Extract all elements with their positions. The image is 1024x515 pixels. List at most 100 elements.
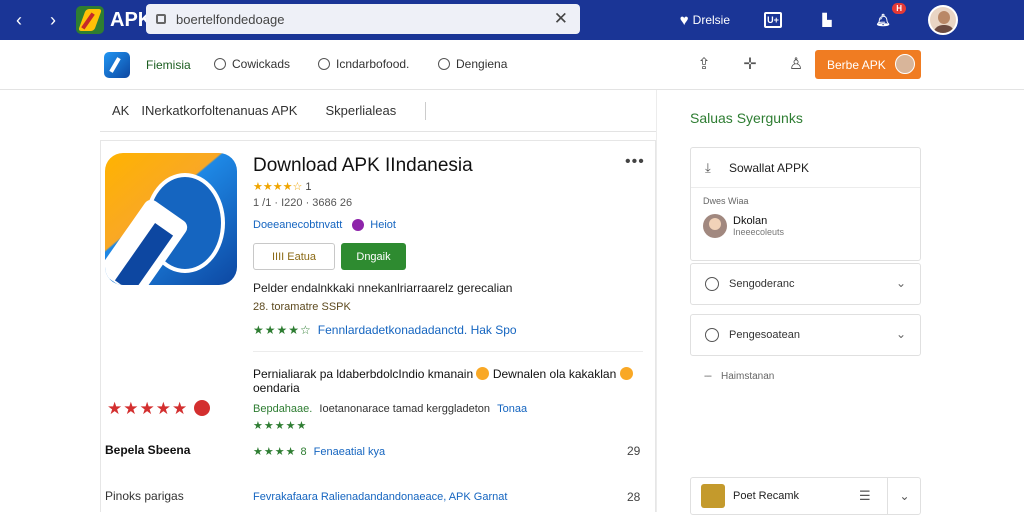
user-avatar[interactable] [928,5,958,35]
divider [253,351,643,352]
cta-button[interactable]: Berbe APK [815,50,921,79]
breadcrumb-middle[interactable]: INerkatkorfoltenanuas APK [141,103,297,118]
app-card: Download APK IIndanesia ••• ★★★★☆ 1 1 /1… [100,140,656,512]
search-input[interactable] [176,11,536,27]
person-sub: Ineeecoleuts [733,227,785,237]
review-link[interactable]: Fennlardadetkonadadanctd. Hak Spo [318,323,517,337]
bottom-card-label: Poet Recamk [733,490,800,502]
app-rating: ★★★★☆ 1 [253,180,312,193]
app-icon [105,153,237,285]
wishlist-button[interactable]: ♥ Drelsie [680,12,730,29]
accordion-item[interactable]: Pengesoatean ⌄ [690,314,921,356]
notification-badge: H [892,3,906,14]
smile-icon [619,367,633,380]
circle-icon [214,58,226,70]
user-icon[interactable]: ♙ [786,54,806,74]
tab-food[interactable]: Icndarbofood. [318,57,409,71]
dash-icon: --- [704,371,712,382]
accordion-label: Pengesoatean [729,329,800,341]
sidebar-title: Saluas Syergunks [690,110,803,126]
brand-logo-icon [76,6,104,34]
sidebar-card-header[interactable]: ⤓ Sowallat APPK [691,148,920,188]
sidebar-card: ⤓ Sowallat APPK Dwes Wiaa Dkolan Ineeeco… [690,147,921,261]
tv-button[interactable]: U+ [764,12,782,28]
person-name: Dkolan [733,215,768,227]
notification-bell-icon[interactable]: 🔔︎ H [872,3,906,31]
app-subdescription: 28. toramatre SSPK [253,301,351,313]
thumbnail-icon [701,484,725,508]
tab-active[interactable]: Fiemisia [146,58,191,72]
comment-icon [438,58,450,70]
wishlist-label: Drelsie [692,13,730,27]
search-bar[interactable]: ✕ [146,4,580,34]
column-divider [656,90,657,512]
row-number: 28 [627,490,641,504]
row-number: 29 [627,444,641,458]
review-tag[interactable]: Tonaa [497,403,527,415]
chevron-down-icon: ⌄ [895,276,906,290]
forward-icon[interactable]: › [42,9,64,31]
avatar [703,214,727,238]
app-mini-icon[interactable] [104,52,130,78]
review-subline: Bepdahaae. Ioetanonarace tamad kergglade… [253,403,527,415]
breadcrumb-root[interactable]: AK [112,103,129,118]
tv-label: U+ [767,15,779,25]
row-label: Pinoks parigas [105,489,184,503]
developer-badge-icon [352,219,365,231]
review-author[interactable]: Bepdahaae. [253,403,312,415]
tab-label: Dengiena [456,57,508,71]
tab-other[interactable]: Dengiena [438,57,507,71]
developer-line: Doeeanecobtnvatt Heiot [253,219,396,231]
rating-count: 1 [305,181,312,193]
review-detail: Ioetanonarace tamad kerggladeton [319,403,491,415]
tab-downloads[interactable]: Cowickads [214,57,290,71]
close-icon[interactable]: ✕ [554,9,568,29]
accordion-label: Sengoderanc [729,278,795,290]
review-summary: ★★★★☆ Fennlardadetkonadadanctd. Hak Spo [253,323,517,337]
sidebar-card-sublabel: Dwes Wiaa [703,196,749,206]
sidebar-link[interactable]: --- Haimstanan [704,371,774,382]
red-stars: ★★★★★ [107,399,189,418]
secondary-button[interactable]: IIII Eatua [253,243,335,270]
row-stars: ★★★★ 8 [253,446,308,458]
bottom-card[interactable]: Poet Recamk ☰ ⌄ [690,477,921,515]
developer-link[interactable]: Doeeanecobtnvatt [253,219,342,231]
list-icon[interactable]: ☰ [859,488,871,504]
developer-tag[interactable]: Heiot [370,219,396,231]
sidebar-person[interactable]: Dkolan Ineeecoleuts [703,214,784,238]
app-meta: 1 /1 · I220 · 3686 26 [253,197,353,209]
row-label: Bepela Sbeena [105,443,191,457]
rating-stars: ★★★★☆ [253,181,303,193]
share-icon[interactable]: ⇪ [694,54,714,74]
top-bar: ‹ › APK ✕ ♥ Drelsie U+ ▙ 🔔︎ H [0,0,1024,40]
review-text-c: oendaria [253,381,300,395]
brand[interactable]: APK [76,6,152,34]
row-content: Fevrakafaara Ralienadandandonaeace, APK … [253,491,507,503]
reaction-icon [194,400,211,416]
download-icon: ⤓ [705,159,711,175]
chat-icon [705,328,719,342]
sidebar-card-title: Sowallat APPK [729,160,810,175]
chat-icon [318,58,330,70]
move-icon[interactable]: ✛ [740,54,760,74]
app-title: Download APK IIndanesia [253,155,473,176]
download-button[interactable]: Dngaik [341,243,406,270]
row-content: ★★★★ 8 Fenaeatial kya [253,445,386,459]
breadcrumb-current[interactable]: Skperlialeas [325,103,396,118]
accordion-item[interactable]: Sengoderanc ⌄ [690,263,921,305]
back-icon[interactable]: ‹ [8,9,30,31]
review-stars: ★★★★☆ [253,323,312,337]
secondary-toolbar: Fiemisia Cowickads Icndarbofood. Dengien… [0,40,1024,90]
cta-label: Berbe APK [827,57,886,72]
row-link[interactable]: Fenaeatial kya [314,446,386,458]
settings-icon [705,277,719,291]
app-description: Pelder endalnkkaki nnekanlriarraarelz ge… [253,281,513,295]
cta-avatar [895,54,915,74]
breadcrumb-divider [425,102,426,120]
tab-label: Icndarbofood. [336,57,410,71]
chevron-down-icon[interactable]: ⌄ [887,478,921,514]
grid-icon[interactable]: ▙ [816,9,838,31]
smile-icon [476,367,490,380]
more-options-icon[interactable]: ••• [625,153,645,171]
row-link[interactable]: Fevrakafaara Ralienadandandonaeace, APK … [253,491,507,503]
